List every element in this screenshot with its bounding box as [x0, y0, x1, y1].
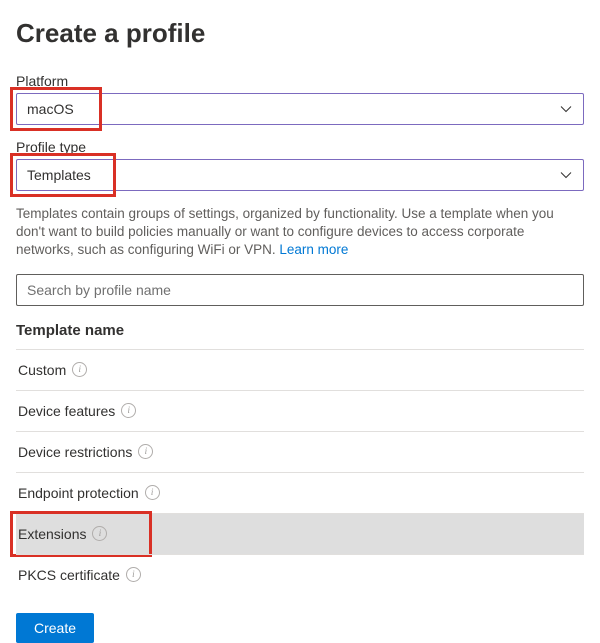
- platform-label: Platform: [16, 73, 584, 89]
- platform-select[interactable]: macOS: [16, 93, 584, 125]
- info-icon[interactable]: i: [92, 526, 107, 541]
- info-icon[interactable]: i: [126, 567, 141, 582]
- template-row-device-features[interactable]: Device features i: [16, 390, 584, 431]
- profile-type-select[interactable]: Templates: [16, 159, 584, 191]
- chevron-down-icon: [559, 168, 573, 182]
- template-row-label: Device restrictions: [18, 444, 132, 460]
- info-icon[interactable]: i: [138, 444, 153, 459]
- page-title: Create a profile: [16, 18, 584, 49]
- chevron-down-icon: [559, 102, 573, 116]
- template-row-label: Custom: [18, 362, 66, 378]
- templates-description: Templates contain groups of settings, or…: [16, 205, 584, 260]
- create-profile-panel: Create a profile Platform macOS Profile …: [0, 0, 600, 603]
- info-icon[interactable]: i: [145, 485, 160, 500]
- template-row-label: PKCS certificate: [18, 567, 120, 583]
- template-name-column-header[interactable]: Template name: [16, 314, 584, 349]
- info-icon[interactable]: i: [72, 362, 87, 377]
- template-row-custom[interactable]: Custom i: [16, 349, 584, 390]
- template-row-extensions[interactable]: Extensions i: [16, 513, 584, 554]
- template-row-label: Extensions: [18, 526, 86, 542]
- template-row-label: Endpoint protection: [18, 485, 139, 501]
- profile-type-select-value: Templates: [27, 167, 91, 183]
- template-row-pkcs-certificate[interactable]: PKCS certificate i: [16, 554, 584, 595]
- template-row-device-restrictions[interactable]: Device restrictions i: [16, 431, 584, 472]
- template-row-endpoint-protection[interactable]: Endpoint protection i: [16, 472, 584, 513]
- platform-select-value: macOS: [27, 101, 74, 117]
- template-row-label: Device features: [18, 403, 115, 419]
- create-button[interactable]: Create: [16, 613, 94, 643]
- info-icon[interactable]: i: [121, 403, 136, 418]
- learn-more-link[interactable]: Learn more: [279, 242, 348, 257]
- profile-type-label: Profile type: [16, 139, 584, 155]
- templates-list: Custom i Device features i Device restri…: [16, 349, 584, 595]
- search-input[interactable]: [16, 274, 584, 306]
